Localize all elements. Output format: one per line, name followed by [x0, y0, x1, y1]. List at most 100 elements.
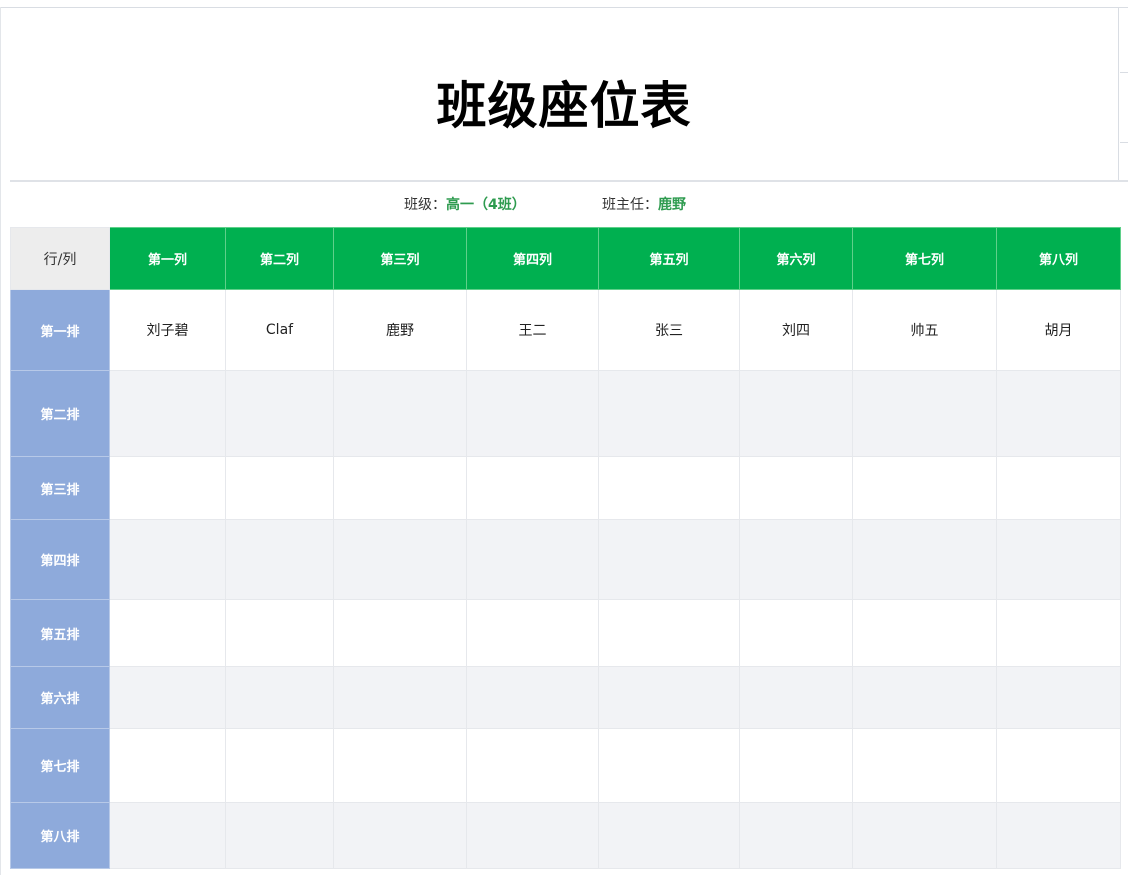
seat-cell[interactable]: [466, 802, 599, 869]
class-info[interactable]: 班级：高一（4班）: [404, 194, 526, 216]
class-value: 高一（4班）: [446, 197, 526, 213]
seat-cell[interactable]: [466, 599, 599, 667]
seat-cell[interactable]: [109, 456, 226, 520]
row-header[interactable]: 第二排: [10, 370, 110, 457]
seat-cell[interactable]: [333, 599, 467, 667]
row-header[interactable]: 第五排: [10, 599, 110, 667]
seat-cell[interactable]: [598, 456, 740, 520]
seat-cell[interactable]: [598, 728, 740, 803]
seat-cell[interactable]: [852, 802, 997, 869]
seat-cell[interactable]: [739, 370, 853, 457]
seat-cell[interactable]: Claf: [225, 289, 334, 371]
seat-cell[interactable]: [598, 599, 740, 667]
seat-cell[interactable]: [225, 802, 334, 869]
column-header[interactable]: 第七列: [852, 227, 997, 290]
adjacent-cells: [1120, 8, 1128, 180]
column-header[interactable]: 第五列: [598, 227, 740, 290]
table-row: 第六排: [10, 666, 1121, 729]
table-row: 第八排: [10, 802, 1121, 869]
seat-cell[interactable]: [996, 802, 1121, 869]
column-header[interactable]: 第四列: [466, 227, 599, 290]
seat-cell[interactable]: [852, 666, 997, 729]
seat-cell[interactable]: 帅五: [852, 289, 997, 371]
seat-cell[interactable]: [466, 370, 599, 457]
row-header[interactable]: 第七排: [10, 728, 110, 803]
seat-cell[interactable]: [109, 519, 226, 600]
seat-cell[interactable]: [598, 802, 740, 869]
seat-cell[interactable]: [225, 456, 334, 520]
seat-cell[interactable]: [466, 519, 599, 600]
column-header[interactable]: 第一列: [109, 227, 226, 290]
seat-cell[interactable]: 胡月: [996, 289, 1121, 371]
seat-cell[interactable]: [109, 802, 226, 869]
seat-cell[interactable]: [739, 728, 853, 803]
seat-cell[interactable]: [333, 519, 467, 600]
title-right-border: [1118, 8, 1119, 180]
class-label: 班级：: [404, 197, 446, 213]
seat-cell[interactable]: [466, 728, 599, 803]
seat-cell[interactable]: [109, 599, 226, 667]
seat-cell[interactable]: [996, 728, 1121, 803]
row-header[interactable]: 第四排: [10, 519, 110, 600]
seat-cell[interactable]: [852, 456, 997, 520]
seat-cell[interactable]: [225, 599, 334, 667]
column-header[interactable]: 第三列: [333, 227, 467, 290]
seat-cell[interactable]: 刘四: [739, 289, 853, 371]
seat-cell[interactable]: [333, 370, 467, 457]
column-header[interactable]: 第八列: [996, 227, 1121, 290]
seat-cell[interactable]: [852, 728, 997, 803]
seat-cell[interactable]: [225, 728, 334, 803]
seat-cell[interactable]: [225, 370, 334, 457]
row-header[interactable]: 第三排: [10, 456, 110, 520]
seat-cell[interactable]: 鹿野: [333, 289, 467, 371]
seat-cell[interactable]: [739, 802, 853, 869]
seat-cell[interactable]: [852, 370, 997, 457]
seat-cell[interactable]: 刘子碧: [109, 289, 226, 371]
table-row: 第四排: [10, 519, 1121, 600]
seat-cell[interactable]: [739, 519, 853, 600]
seat-cell[interactable]: [739, 456, 853, 520]
seat-cell[interactable]: [996, 599, 1121, 667]
seat-cell[interactable]: [466, 666, 599, 729]
seat-cell[interactable]: 王二: [466, 289, 599, 371]
sheet-left-border: [0, 7, 1, 875]
seat-cell[interactable]: [996, 666, 1121, 729]
seat-cell[interactable]: [109, 666, 226, 729]
column-header[interactable]: 第二列: [225, 227, 334, 290]
seat-cell[interactable]: [333, 728, 467, 803]
seat-cell[interactable]: [996, 456, 1121, 520]
column-header[interactable]: 第六列: [739, 227, 853, 290]
teacher-label: 班主任：: [602, 197, 658, 213]
seat-cell[interactable]: [996, 519, 1121, 600]
seat-cell[interactable]: [996, 370, 1121, 457]
table-row: 第一排 刘子碧 Claf 鹿野 王二 张三 刘四 帅五 胡月: [10, 289, 1121, 371]
seat-cell[interactable]: [225, 666, 334, 729]
teacher-info[interactable]: 班主任：鹿野: [602, 194, 686, 216]
seat-cell[interactable]: [739, 666, 853, 729]
seating-table: 行/列 第一列 第二列 第三列 第四列 第五列 第六列 第七列 第八列 第一排 …: [10, 227, 1121, 869]
row-header[interactable]: 第六排: [10, 666, 110, 729]
seat-cell[interactable]: [225, 519, 334, 600]
seat-cell[interactable]: [109, 370, 226, 457]
seat-cell[interactable]: [466, 456, 599, 520]
seat-cell[interactable]: [852, 599, 997, 667]
title-cell[interactable]: 班级座位表: [10, 8, 1118, 180]
seat-cell[interactable]: 张三: [598, 289, 740, 371]
seat-cell[interactable]: [598, 519, 740, 600]
seat-cell[interactable]: [852, 519, 997, 600]
header-row: 行/列 第一列 第二列 第三列 第四列 第五列 第六列 第七列 第八列: [10, 227, 1121, 290]
row-header[interactable]: 第八排: [10, 802, 110, 869]
row-header[interactable]: 第一排: [10, 289, 110, 371]
seat-cell[interactable]: [598, 666, 740, 729]
teacher-value: 鹿野: [658, 197, 686, 213]
page-title: 班级座位表: [436, 77, 692, 135]
seat-cell[interactable]: [598, 370, 740, 457]
seat-cell[interactable]: [333, 802, 467, 869]
seat-cell[interactable]: [109, 728, 226, 803]
corner-cell[interactable]: 行/列: [10, 227, 110, 290]
seat-cell[interactable]: [739, 599, 853, 667]
title-divider: [10, 180, 1128, 182]
seat-cell[interactable]: [333, 456, 467, 520]
table-row: 第三排: [10, 456, 1121, 520]
seat-cell[interactable]: [333, 666, 467, 729]
